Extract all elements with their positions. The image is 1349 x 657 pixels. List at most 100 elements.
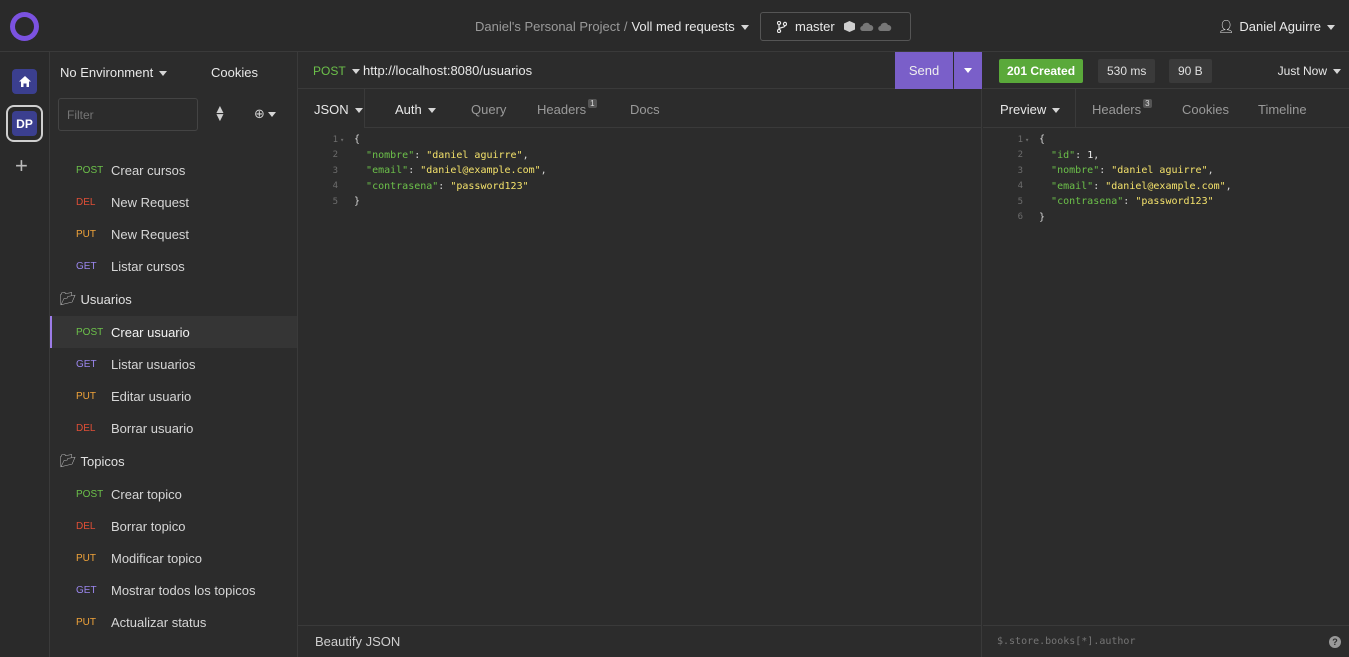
- branch-name: master: [795, 19, 835, 34]
- code-text: "email": "daniel@example.com",: [1039, 181, 1232, 192]
- app-logo[interactable]: [10, 12, 39, 41]
- help-icon[interactable]: ?: [1329, 636, 1341, 648]
- sync-icons: [843, 20, 892, 33]
- sidebar-request-item[interactable]: POST Crear topico: [50, 478, 297, 510]
- environment-dropdown[interactable]: No Environment: [60, 65, 168, 80]
- json-punct: [1039, 150, 1051, 161]
- git-branch-icon: [777, 20, 787, 33]
- chevron-down-icon: [1327, 25, 1335, 31]
- collection-dropdown[interactable]: Voll med requests: [631, 19, 749, 34]
- send-button[interactable]: Send: [895, 52, 953, 89]
- line-number: 1: [1017, 134, 1023, 145]
- folder-label: Topicos: [80, 453, 125, 469]
- line-number: 1: [332, 134, 338, 145]
- sidebar-request-item[interactable]: POST Crear cursos: [50, 154, 297, 186]
- tab-preview[interactable]: Preview: [1000, 102, 1061, 117]
- filter-input[interactable]: [58, 98, 198, 131]
- json-punct: :: [438, 180, 451, 192]
- sidebar-request-item[interactable]: DEL New Request: [50, 186, 297, 218]
- json-punct: :: [1123, 196, 1136, 208]
- method-dropdown[interactable]: POST: [313, 64, 360, 78]
- cookies-button[interactable]: Cookies: [211, 65, 258, 80]
- beautify-json-button[interactable]: Beautify JSON: [298, 625, 982, 657]
- line-number: 4: [332, 181, 338, 192]
- json-punct: [1039, 165, 1051, 176]
- tab-auth[interactable]: Auth: [395, 102, 436, 117]
- json-punct: {: [354, 134, 361, 146]
- json-punct: :: [1099, 165, 1112, 177]
- tab-timeline[interactable]: Timeline: [1258, 102, 1307, 117]
- project-link[interactable]: Daniel's Personal Project: [475, 19, 620, 34]
- workspace-avatar[interactable]: DP: [6, 105, 43, 142]
- json-punct: }: [354, 196, 361, 208]
- sort-icon[interactable]: ▲ ▼: [214, 103, 226, 123]
- json-key: "id": [1051, 149, 1076, 161]
- tab-json[interactable]: JSON: [314, 102, 363, 117]
- response-time-badge: 530 ms: [1098, 59, 1156, 83]
- code-line: 3 "email": "daniel@example.com",: [298, 163, 982, 179]
- add-workspace-button[interactable]: +: [15, 155, 28, 177]
- user-menu[interactable]: 👤︎ Daniel Aguirre: [1218, 19, 1335, 35]
- tab-response-headers[interactable]: Headers 3: [1092, 99, 1152, 117]
- home-button[interactable]: [12, 69, 37, 94]
- history-dropdown[interactable]: Just Now: [1278, 64, 1341, 78]
- request-list: POST Crear cursos DEL New Request PUT New Req…: [50, 154, 297, 638]
- branch-button[interactable]: master: [760, 12, 911, 41]
- folder-usuarios[interactable]: 📂︎ Usuarios: [50, 282, 297, 316]
- line-number: 4: [1017, 181, 1023, 192]
- send-options-button[interactable]: [954, 52, 982, 89]
- fold-arrow-icon[interactable]: ▾: [340, 136, 354, 144]
- user-name: Daniel Aguirre: [1239, 19, 1321, 34]
- method-tag: POST: [76, 164, 104, 176]
- request-body-editor[interactable]: 1 ▾{2 "nombre": "daniel aguirre", 3 "email…: [298, 132, 982, 210]
- code-line: 2 "nombre": "daniel aguirre",: [298, 148, 982, 164]
- url-input[interactable]: http://localhost:8080/usuarios: [363, 63, 532, 78]
- home-icon: [18, 76, 31, 87]
- sidebar-request-item[interactable]: POST Crear usuario: [50, 316, 297, 348]
- request-name: New Request: [111, 194, 190, 210]
- folder-topicos[interactable]: 📂︎ Topicos: [50, 444, 297, 478]
- request-name: Listar usuarios: [111, 356, 196, 372]
- sidebar-request-item[interactable]: DEL Borrar topico: [50, 510, 297, 542]
- tab-cookies[interactable]: Cookies: [1182, 102, 1229, 117]
- response-pane: 201 Created 530 ms 90 B Just Now Preview…: [983, 52, 1349, 657]
- json-punct: [354, 165, 366, 176]
- sidebar-request-item[interactable]: PUT Editar usuario: [50, 380, 297, 412]
- chevron-down-icon: [267, 112, 276, 118]
- workspace-initials: DP: [12, 111, 37, 136]
- sidebar-request-item[interactable]: PUT Modificar topico: [50, 542, 297, 574]
- add-request-button[interactable]: ⊕: [254, 106, 276, 122]
- response-status-bar: 201 Created 530 ms 90 B Just Now: [983, 52, 1349, 89]
- sidebar-request-item[interactable]: PUT Actualizar status: [50, 606, 297, 638]
- left-rail: DP +: [0, 52, 50, 657]
- sidebar-request-item[interactable]: GET Listar usuarios: [50, 348, 297, 380]
- line-number: 6: [1017, 212, 1023, 223]
- json-punct: [1039, 196, 1051, 207]
- tab-docs[interactable]: Docs: [630, 102, 660, 117]
- json-string: "daniel@example.com": [1105, 180, 1226, 192]
- sidebar-request-item[interactable]: DEL Borrar usuario: [50, 412, 297, 444]
- code-line: 4 "email": "daniel@example.com",: [983, 179, 1349, 195]
- request-name: Borrar usuario: [111, 420, 194, 436]
- sidebar-request-item[interactable]: GET Mostrar todos los topicos: [50, 574, 297, 606]
- tab-headers[interactable]: Headers 1: [537, 99, 597, 117]
- response-filter-input[interactable]: [997, 636, 1297, 647]
- chevron-down-icon: [427, 108, 436, 114]
- request-name: Borrar topico: [111, 518, 186, 534]
- json-punct: ,: [1207, 165, 1214, 177]
- json-key: "email": [1051, 180, 1094, 192]
- response-filter-bar: ?: [983, 625, 1349, 657]
- method-tag: POST: [76, 326, 104, 338]
- fold-arrow-icon[interactable]: ▾: [1025, 136, 1039, 144]
- method-tag: PUT: [76, 552, 96, 564]
- method-tag: DEL: [76, 422, 96, 434]
- tab-query[interactable]: Query: [471, 102, 506, 117]
- request-name: Crear usuario: [111, 324, 190, 340]
- sidebar-request-item[interactable]: PUT New Request: [50, 218, 297, 250]
- request-tabs: JSON Auth Query Headers 1 Docs: [298, 89, 982, 128]
- method-tag: GET: [76, 358, 97, 370]
- sidebar-request-item[interactable]: GET Listar cursos: [50, 250, 297, 282]
- json-string: "password123": [1135, 196, 1214, 208]
- response-size-badge: 90 B: [1169, 59, 1212, 83]
- line-number: 2: [332, 150, 338, 161]
